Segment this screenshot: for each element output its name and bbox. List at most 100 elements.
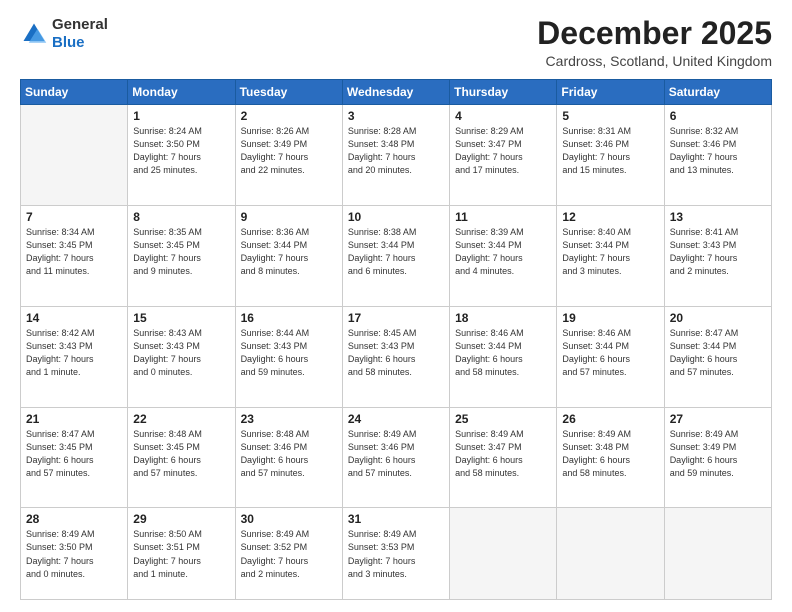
day-info: Sunrise: 8:49 AMSunset: 3:46 PMDaylight:… [348,428,444,480]
table-row: 3 Sunrise: 8:28 AMSunset: 3:48 PMDaylight… [342,105,449,206]
day-number: 30 [241,512,337,526]
logo: General Blue [20,16,108,52]
table-row: 24 Sunrise: 8:49 AMSunset: 3:46 PMDayligh… [342,407,449,508]
table-row [557,508,664,600]
col-sunday: Sunday [21,80,128,105]
logo-icon [20,20,48,48]
day-info: Sunrise: 8:49 AMSunset: 3:52 PMDaylight:… [241,528,337,580]
day-number: 5 [562,109,658,123]
day-number: 22 [133,412,229,426]
month-title: December 2025 [537,16,772,51]
day-info: Sunrise: 8:44 AMSunset: 3:43 PMDaylight:… [241,327,337,379]
table-row: 10Sunrise: 8:38 AMSunset: 3:44 PMDayligh… [342,206,449,307]
table-row: 5 Sunrise: 8:31 AMSunset: 3:46 PMDaylight… [557,105,664,206]
day-info: Sunrise: 8:48 AMSunset: 3:46 PMDaylight:… [241,428,337,480]
logo-blue-text: Blue [52,34,85,51]
calendar-week-row: 28 Sunrise: 8:49 AMSunset: 3:50 PMDayligh… [21,508,772,600]
day-number: 19 [562,311,658,325]
day-number: 14 [26,311,122,325]
table-row: 2 Sunrise: 8:26 AMSunset: 3:49 PMDaylight… [235,105,342,206]
calendar-week-row: 14Sunrise: 8:42 AMSunset: 3:43 PMDayligh… [21,306,772,407]
day-info: Sunrise: 8:31 AMSunset: 3:46 PMDaylight:… [562,125,658,177]
day-info: Sunrise: 8:49 AMSunset: 3:53 PMDaylight:… [348,528,444,580]
day-info: Sunrise: 8:40 AMSunset: 3:44 PMDaylight:… [562,226,658,278]
day-number: 25 [455,412,551,426]
day-number: 8 [133,210,229,224]
day-info: Sunrise: 8:45 AMSunset: 3:43 PMDaylight:… [348,327,444,379]
day-info: Sunrise: 8:49 AMSunset: 3:50 PMDaylight:… [26,528,122,580]
day-number: 2 [241,109,337,123]
table-row: 22Sunrise: 8:48 AMSunset: 3:45 PMDayligh… [128,407,235,508]
day-number: 18 [455,311,551,325]
calendar-header-row: Sunday Monday Tuesday Wednesday Thursday… [21,80,772,105]
table-row: 6 Sunrise: 8:32 AMSunset: 3:46 PMDaylight… [664,105,771,206]
table-row: 28 Sunrise: 8:49 AMSunset: 3:50 PMDayligh… [21,508,128,600]
day-number: 23 [241,412,337,426]
table-row: 14Sunrise: 8:42 AMSunset: 3:43 PMDayligh… [21,306,128,407]
calendar-table: Sunday Monday Tuesday Wednesday Thursday… [20,79,772,600]
table-row: 7 Sunrise: 8:34 AMSunset: 3:45 PMDaylight… [21,206,128,307]
day-number: 17 [348,311,444,325]
table-row [21,105,128,206]
table-row: 18 Sunrise: 8:46 AMSunset: 3:44 PMDayligh… [450,306,557,407]
page: General Blue December 2025 Cardross, Sco… [0,0,792,612]
table-row: 16 Sunrise: 8:44 AMSunset: 3:43 PMDayligh… [235,306,342,407]
day-info: Sunrise: 8:36 AMSunset: 3:44 PMDaylight:… [241,226,337,278]
table-row [664,508,771,600]
day-number: 21 [26,412,122,426]
col-saturday: Saturday [664,80,771,105]
day-number: 4 [455,109,551,123]
col-friday: Friday [557,80,664,105]
table-row: 25 Sunrise: 8:49 AMSunset: 3:47 PMDayligh… [450,407,557,508]
table-row: 30 Sunrise: 8:49 AMSunset: 3:52 PMDayligh… [235,508,342,600]
table-row: 12 Sunrise: 8:40 AMSunset: 3:44 PMDayligh… [557,206,664,307]
day-info: Sunrise: 8:35 AMSunset: 3:45 PMDaylight:… [133,226,229,278]
table-row: 26 Sunrise: 8:49 AMSunset: 3:48 PMDayligh… [557,407,664,508]
day-info: Sunrise: 8:24 AMSunset: 3:50 PMDaylight:… [133,125,229,177]
table-row: 23 Sunrise: 8:48 AMSunset: 3:46 PMDayligh… [235,407,342,508]
table-row: 21 Sunrise: 8:47 AMSunset: 3:45 PMDayligh… [21,407,128,508]
day-number: 16 [241,311,337,325]
col-monday: Monday [128,80,235,105]
day-number: 27 [670,412,766,426]
table-row [450,508,557,600]
table-row: 8 Sunrise: 8:35 AMSunset: 3:45 PMDaylight… [128,206,235,307]
day-number: 1 [133,109,229,123]
day-number: 28 [26,512,122,526]
table-row: 4 Sunrise: 8:29 AMSunset: 3:47 PMDaylight… [450,105,557,206]
col-wednesday: Wednesday [342,80,449,105]
day-info: Sunrise: 8:32 AMSunset: 3:46 PMDaylight:… [670,125,766,177]
table-row: 20 Sunrise: 8:47 AMSunset: 3:44 PMDayligh… [664,306,771,407]
day-number: 31 [348,512,444,526]
day-info: Sunrise: 8:26 AMSunset: 3:49 PMDaylight:… [241,125,337,177]
day-number: 24 [348,412,444,426]
day-info: Sunrise: 8:47 AMSunset: 3:44 PMDaylight:… [670,327,766,379]
table-row: 29 Sunrise: 8:50 AMSunset: 3:51 PMDayligh… [128,508,235,600]
day-info: Sunrise: 8:29 AMSunset: 3:47 PMDaylight:… [455,125,551,177]
day-number: 7 [26,210,122,224]
day-number: 29 [133,512,229,526]
day-info: Sunrise: 8:49 AMSunset: 3:47 PMDaylight:… [455,428,551,480]
day-info: Sunrise: 8:47 AMSunset: 3:45 PMDaylight:… [26,428,122,480]
table-row: 13Sunrise: 8:41 AMSunset: 3:43 PMDayligh… [664,206,771,307]
day-number: 3 [348,109,444,123]
day-info: Sunrise: 8:43 AMSunset: 3:43 PMDaylight:… [133,327,229,379]
day-info: Sunrise: 8:46 AMSunset: 3:44 PMDaylight:… [562,327,658,379]
table-row: 9Sunrise: 8:36 AMSunset: 3:44 PMDaylight… [235,206,342,307]
table-row: 17 Sunrise: 8:45 AMSunset: 3:43 PMDayligh… [342,306,449,407]
day-info: Sunrise: 8:34 AMSunset: 3:45 PMDaylight:… [26,226,122,278]
day-number: 20 [670,311,766,325]
logo-general-text: General [52,16,108,33]
day-number: 11 [455,210,551,224]
day-number: 13 [670,210,766,224]
day-info: Sunrise: 8:46 AMSunset: 3:44 PMDaylight:… [455,327,551,379]
table-row: 1 Sunrise: 8:24 AMSunset: 3:50 PMDaylight… [128,105,235,206]
day-number: 26 [562,412,658,426]
day-number: 12 [562,210,658,224]
day-info: Sunrise: 8:49 AMSunset: 3:48 PMDaylight:… [562,428,658,480]
day-info: Sunrise: 8:28 AMSunset: 3:48 PMDaylight:… [348,125,444,177]
table-row: 19 Sunrise: 8:46 AMSunset: 3:44 PMDayligh… [557,306,664,407]
day-info: Sunrise: 8:50 AMSunset: 3:51 PMDaylight:… [133,528,229,580]
day-number: 6 [670,109,766,123]
title-block: December 2025 Cardross, Scotland, United… [537,16,772,69]
